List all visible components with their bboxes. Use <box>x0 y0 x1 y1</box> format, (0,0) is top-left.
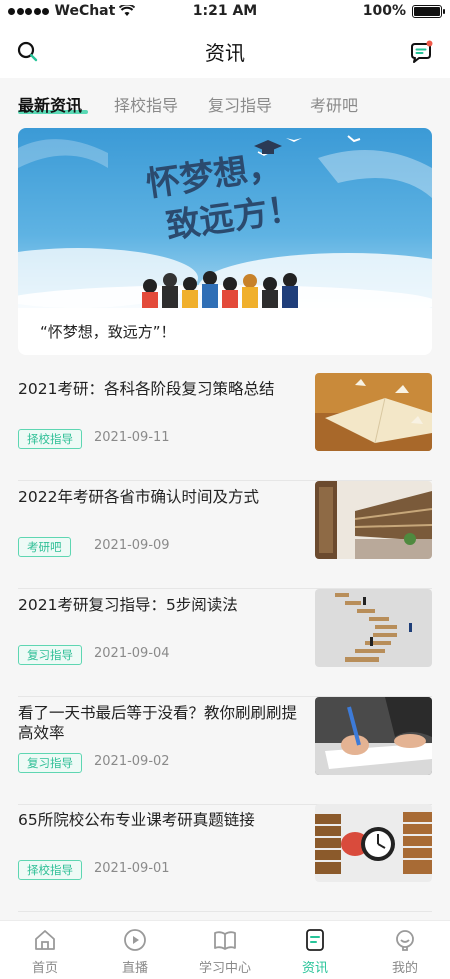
tabbar-news[interactable]: 资讯 <box>270 921 360 979</box>
book-icon <box>214 931 236 950</box>
battery-percent: 100% <box>362 3 406 19</box>
featured-banner[interactable]: 怀梦想， 致远方！ “怀梦想，致远方”！ <box>18 128 432 355</box>
page-title: 资讯 <box>205 41 245 65</box>
article-date: 2021-09-01 <box>94 861 170 876</box>
article-thumbnail <box>315 481 432 559</box>
category-tabs: 最新资讯 择校指导 复习指导 考研吧 <box>0 78 450 126</box>
tabbar-news-label: 资讯 <box>301 961 328 976</box>
tabbar-live[interactable]: 直播 <box>90 921 180 979</box>
tabbar-live-label: 直播 <box>121 961 148 976</box>
home-icon <box>35 930 55 950</box>
tab-kaoyan-forum[interactable]: 考研吧 <box>310 92 358 116</box>
tabbar-home-label: 首页 <box>31 961 58 976</box>
message-icon[interactable] <box>408 39 434 65</box>
article-tag: 择校指导 <box>18 429 82 449</box>
battery-icon <box>412 4 445 18</box>
article-title: 2021考研：各科各阶段复习策略总结 <box>18 380 275 398</box>
article-item[interactable]: 2021考研复习指导：5步阅读法 复习指导 2021-09-04 <box>18 589 432 697</box>
article-date: 2021-09-02 <box>94 754 170 769</box>
tabbar-learning-center-label: 学习中心 <box>198 961 251 976</box>
article-thumbnail <box>315 804 432 882</box>
article-date: 2021-09-11 <box>94 430 170 445</box>
tabbar-home[interactable]: 首页 <box>0 921 90 979</box>
article-tag: 复习指导 <box>18 753 82 773</box>
nav-bar: 资讯 <box>0 24 450 78</box>
article-date: 2021-09-09 <box>94 538 170 553</box>
tab-latest-news[interactable]: 最新资讯 <box>18 92 82 116</box>
profile-icon <box>396 930 414 951</box>
banner-image: 怀梦想， 致远方！ <box>18 128 432 308</box>
article-title: 65所院校公布专业课考研真题链接 <box>18 811 255 829</box>
article-tag: 择校指导 <box>18 860 82 880</box>
notification-dot <box>426 40 433 47</box>
status-right: 100% <box>362 3 445 19</box>
article-thumbnail <box>315 589 432 667</box>
article-title: 2022年考研各省市确认时间及方式 <box>18 488 259 506</box>
article-date: 2021-09-04 <box>94 646 170 661</box>
tab-school-guidance[interactable]: 择校指导 <box>114 92 178 116</box>
article-title: 2021考研复习指导：5步阅读法 <box>18 596 238 614</box>
status-bar: WeChat 1:21 AM 100% <box>0 0 450 24</box>
tabbar-learning-center[interactable]: 学习中心 <box>180 921 270 979</box>
bottom-tab-bar: 首页 直播 学习中心 资讯 我的 <box>0 920 450 979</box>
article-item[interactable]: 看了一天书最后等于没看？教你刷刷刷提高效率 复习指导 2021-09-02 <box>18 697 432 805</box>
article-title: 看了一天书最后等于没看？教你刷刷刷提高效率 <box>18 704 298 742</box>
play-icon <box>124 929 146 951</box>
article-item[interactable]: 2021考研：各科各阶段复习策略总结 择校指导 2021-09-11 <box>18 373 432 481</box>
article-thumbnail <box>315 697 432 775</box>
article-item[interactable]: 2022年考研各省市确认时间及方式 考研吧 2021-09-09 <box>18 481 432 589</box>
banner-caption: “怀梦想，致远方”！ <box>40 323 176 341</box>
article-tag: 考研吧 <box>18 537 71 557</box>
tab-review-guidance[interactable]: 复习指导 <box>208 92 272 116</box>
article-item[interactable]: 65所院校公布专业课考研真题链接 择校指导 2021-09-01 <box>18 804 432 912</box>
tabbar-profile[interactable]: 我的 <box>360 921 450 979</box>
news-icon <box>306 929 324 951</box>
tabbar-profile-label: 我的 <box>391 961 418 976</box>
article-thumbnail <box>315 373 432 451</box>
article-tag: 复习指导 <box>18 645 82 665</box>
